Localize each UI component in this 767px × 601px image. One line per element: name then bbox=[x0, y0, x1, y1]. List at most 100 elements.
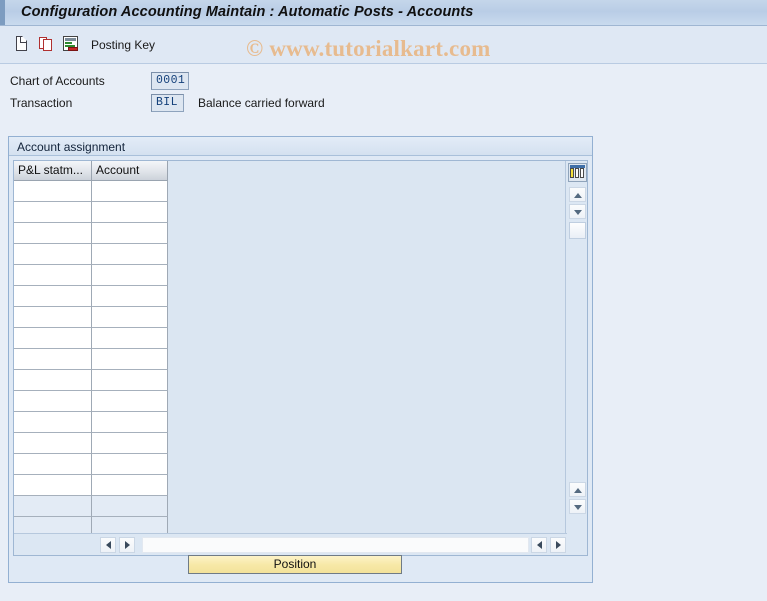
scroll-left-icon[interactable] bbox=[100, 537, 116, 553]
column-header-pl-statement[interactable]: P&L statm... bbox=[14, 161, 92, 181]
table-row[interactable] bbox=[14, 202, 567, 223]
cell-filler bbox=[168, 496, 567, 517]
cell-pl-statement[interactable] bbox=[14, 412, 92, 433]
cell-account[interactable] bbox=[92, 286, 168, 307]
cell-account[interactable] bbox=[92, 370, 168, 391]
cell-account[interactable] bbox=[92, 265, 168, 286]
cell-pl-statement[interactable] bbox=[14, 223, 92, 244]
cell-pl-statement[interactable] bbox=[14, 307, 92, 328]
cell-filler bbox=[168, 223, 567, 244]
cell-pl-statement[interactable] bbox=[14, 265, 92, 286]
horizontal-scroll-track[interactable] bbox=[142, 537, 529, 553]
cell-account[interactable] bbox=[92, 517, 168, 533]
position-button[interactable]: Position bbox=[188, 555, 402, 574]
table-row[interactable] bbox=[14, 307, 567, 328]
cell-filler bbox=[168, 244, 567, 265]
cell-filler bbox=[168, 181, 567, 202]
grid-horizontal-scrollbar[interactable] bbox=[14, 533, 567, 555]
cell-pl-statement[interactable] bbox=[14, 391, 92, 412]
page-title: Configuration Accounting Maintain : Auto… bbox=[21, 4, 474, 20]
table-row[interactable] bbox=[14, 328, 567, 349]
table-row[interactable] bbox=[14, 475, 567, 496]
cell-pl-statement[interactable] bbox=[14, 181, 92, 202]
cell-account[interactable] bbox=[92, 244, 168, 265]
cell-pl-statement[interactable] bbox=[14, 370, 92, 391]
scroll-page-up-icon[interactable] bbox=[569, 482, 586, 497]
cell-account[interactable] bbox=[92, 181, 168, 202]
table-row[interactable] bbox=[14, 349, 567, 370]
column-header-account[interactable]: Account bbox=[92, 161, 168, 181]
cell-account[interactable] bbox=[92, 307, 168, 328]
table-row[interactable] bbox=[14, 370, 567, 391]
header-form: Chart of Accounts 0001 Transaction BIL B… bbox=[0, 64, 767, 124]
cell-pl-statement[interactable] bbox=[14, 496, 92, 517]
cell-account[interactable] bbox=[92, 454, 168, 475]
grid-vertical-scrollbar[interactable] bbox=[565, 161, 587, 555]
account-assignment-title: Account assignment bbox=[17, 140, 126, 154]
cell-account[interactable] bbox=[92, 433, 168, 454]
transaction-input[interactable]: BIL bbox=[151, 94, 184, 112]
cell-pl-statement[interactable] bbox=[14, 244, 92, 265]
grid-viewport: P&L statm... Account bbox=[14, 161, 567, 533]
grid-body bbox=[14, 181, 567, 533]
table-settings-icon[interactable] bbox=[568, 163, 587, 182]
table-row[interactable] bbox=[14, 223, 567, 244]
transaction-label: Transaction bbox=[10, 96, 73, 110]
cell-pl-statement[interactable] bbox=[14, 475, 92, 496]
table-row[interactable] bbox=[14, 181, 567, 202]
cell-account[interactable] bbox=[92, 391, 168, 412]
cell-filler bbox=[168, 412, 567, 433]
scroll-page-down-icon[interactable] bbox=[569, 499, 586, 514]
scroll-up-icon[interactable] bbox=[569, 187, 586, 202]
cell-pl-statement[interactable] bbox=[14, 286, 92, 307]
cell-filler bbox=[168, 286, 567, 307]
table-row[interactable] bbox=[14, 391, 567, 412]
cell-filler bbox=[168, 349, 567, 370]
table-row[interactable] bbox=[14, 265, 567, 286]
title-bar-accent bbox=[0, 0, 5, 25]
table-row[interactable] bbox=[14, 454, 567, 475]
cell-account[interactable] bbox=[92, 475, 168, 496]
cell-account[interactable] bbox=[92, 496, 168, 517]
vertical-scroll-thumb[interactable] bbox=[569, 222, 586, 239]
table-row[interactable] bbox=[14, 286, 567, 307]
list-report-icon[interactable] bbox=[62, 35, 80, 53]
column-header-filler bbox=[168, 161, 567, 181]
table-row[interactable] bbox=[14, 517, 567, 533]
scroll-far-right-icon[interactable] bbox=[550, 537, 566, 553]
cell-account[interactable] bbox=[92, 412, 168, 433]
account-assignment-header: Account assignment bbox=[9, 137, 592, 156]
account-assignment-table: P&L statm... Account bbox=[13, 160, 588, 556]
cell-filler bbox=[168, 202, 567, 223]
posting-key-button[interactable]: Posting Key bbox=[91, 38, 155, 52]
cell-account[interactable] bbox=[92, 349, 168, 370]
table-row[interactable] bbox=[14, 496, 567, 517]
grid-header-row: P&L statm... Account bbox=[14, 161, 567, 181]
window-title-bar: Configuration Accounting Maintain : Auto… bbox=[0, 0, 767, 26]
cell-account[interactable] bbox=[92, 202, 168, 223]
scroll-right-icon[interactable] bbox=[119, 537, 135, 553]
cell-pl-statement[interactable] bbox=[14, 454, 92, 475]
cell-pl-statement[interactable] bbox=[14, 328, 92, 349]
cell-filler bbox=[168, 433, 567, 454]
cell-filler bbox=[168, 517, 567, 533]
table-row[interactable] bbox=[14, 412, 567, 433]
cell-pl-statement[interactable] bbox=[14, 517, 92, 533]
new-document-icon[interactable] bbox=[13, 35, 31, 53]
cell-filler bbox=[168, 328, 567, 349]
cell-pl-statement[interactable] bbox=[14, 433, 92, 454]
scroll-down-icon[interactable] bbox=[569, 204, 586, 219]
table-row[interactable] bbox=[14, 433, 567, 454]
table-row[interactable] bbox=[14, 244, 567, 265]
cell-account[interactable] bbox=[92, 223, 168, 244]
cell-pl-statement[interactable] bbox=[14, 349, 92, 370]
copy-icon[interactable] bbox=[38, 35, 56, 53]
cell-account[interactable] bbox=[92, 328, 168, 349]
cell-filler bbox=[168, 265, 567, 286]
scroll-far-left-icon[interactable] bbox=[531, 537, 547, 553]
chart-of-accounts-input[interactable]: 0001 bbox=[151, 72, 189, 90]
chart-of-accounts-label: Chart of Accounts bbox=[10, 74, 105, 88]
cell-filler bbox=[168, 475, 567, 496]
cell-pl-statement[interactable] bbox=[14, 202, 92, 223]
transaction-description: Balance carried forward bbox=[198, 96, 325, 110]
